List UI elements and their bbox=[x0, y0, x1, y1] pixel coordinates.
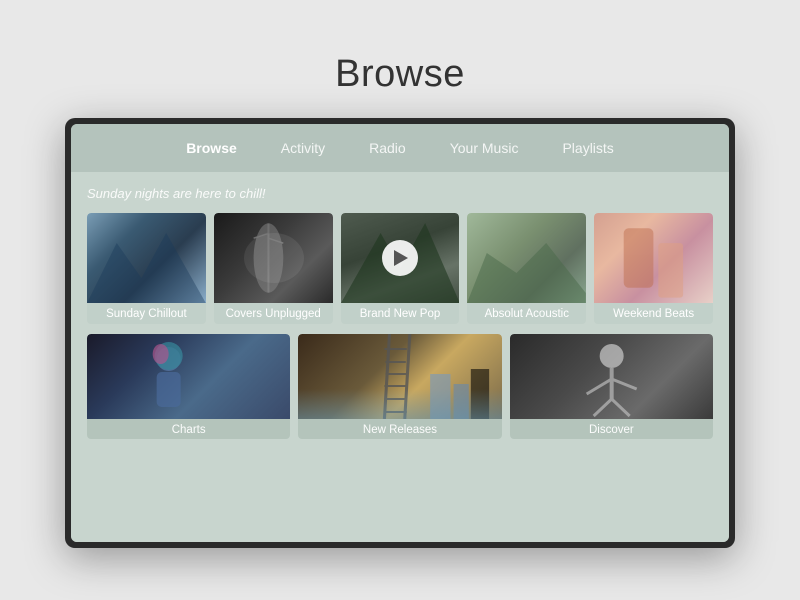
art-brand-new-pop bbox=[341, 213, 460, 303]
label-brand-new-pop: Brand New Pop bbox=[341, 303, 460, 324]
nav-item-radio[interactable]: Radio bbox=[347, 128, 428, 168]
content-area: Sunday nights are here to chill! Sunday … bbox=[71, 172, 729, 542]
card-weekend-beats[interactable]: Weekend Beats bbox=[594, 213, 713, 324]
art-covers-unplugged bbox=[214, 213, 333, 303]
play-button[interactable] bbox=[382, 240, 418, 276]
nav-item-activity[interactable]: Activity bbox=[259, 128, 347, 168]
card-absolut-acoustic[interactable]: Absolut Acoustic bbox=[467, 213, 586, 324]
card-discover[interactable]: Discover bbox=[510, 334, 713, 439]
nav-item-browse[interactable]: Browse bbox=[164, 128, 259, 168]
art-charts bbox=[87, 334, 290, 419]
play-overlay bbox=[341, 213, 460, 303]
row2: Charts bbox=[87, 334, 713, 439]
label-covers-unplugged: Covers Unplugged bbox=[214, 303, 333, 324]
label-sunday-chillout: Sunday Chillout bbox=[87, 303, 206, 324]
art-absolut-acoustic bbox=[467, 213, 586, 303]
card-charts[interactable]: Charts bbox=[87, 334, 290, 439]
page-title: Browse bbox=[335, 53, 465, 96]
art-discover bbox=[510, 334, 713, 419]
label-absolut-acoustic: Absolut Acoustic bbox=[467, 303, 586, 324]
label-charts: Charts bbox=[87, 419, 290, 439]
nav-item-your-music[interactable]: Your Music bbox=[428, 128, 541, 168]
label-weekend-beats: Weekend Beats bbox=[594, 303, 713, 324]
card-sunday-chillout[interactable]: Sunday Chillout bbox=[87, 213, 206, 324]
card-new-releases[interactable]: New Releases bbox=[298, 334, 501, 439]
row1: Sunday Chillout Covers Unplugged bbox=[87, 213, 713, 324]
label-new-releases: New Releases bbox=[298, 419, 501, 439]
art-weekend-beats bbox=[594, 213, 713, 303]
label-discover: Discover bbox=[510, 419, 713, 439]
device-frame: Browse Activity Radio Your Music Playlis… bbox=[65, 118, 735, 548]
section-title: Sunday nights are here to chill! bbox=[87, 186, 713, 201]
nav-bar: Browse Activity Radio Your Music Playlis… bbox=[71, 124, 729, 172]
screen: Browse Activity Radio Your Music Playlis… bbox=[71, 124, 729, 542]
card-brand-new-pop[interactable]: Brand New Pop bbox=[341, 213, 460, 324]
art-sunday-chillout bbox=[87, 213, 206, 303]
play-icon bbox=[394, 250, 408, 266]
card-covers-unplugged[interactable]: Covers Unplugged bbox=[214, 213, 333, 324]
art-new-releases bbox=[298, 334, 501, 419]
nav-item-playlists[interactable]: Playlists bbox=[540, 128, 635, 168]
